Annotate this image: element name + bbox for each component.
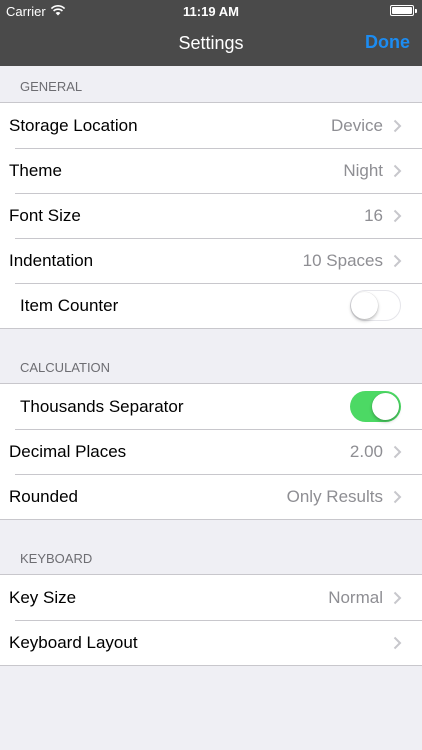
chevron-right-icon <box>393 490 402 504</box>
theme-row[interactable]: Theme Night <box>0 148 422 193</box>
chevron-right-icon <box>393 591 402 605</box>
font-size-value: 16 <box>364 205 383 225</box>
decimal-places-value: 2.00 <box>349 441 383 461</box>
font-size-label: Font Size <box>9 205 81 225</box>
calculation-group: Thousands Separator Decimal Places 2.00 … <box>0 383 422 520</box>
rounded-label: Rounded <box>9 486 79 506</box>
status-bar: Carrier 11:19 AM <box>0 0 422 22</box>
item-counter-row: Item Counter <box>0 283 422 328</box>
keyboard-layout-label: Keyboard Layout <box>9 632 138 652</box>
key-size-label: Key Size <box>9 587 77 607</box>
key-size-row[interactable]: Key Size Normal <box>0 575 422 620</box>
general-group: Storage Location Device Theme Night Font… <box>0 102 422 329</box>
battery-icon <box>390 5 417 16</box>
theme-label: Theme <box>9 160 62 180</box>
chevron-right-icon <box>393 636 402 650</box>
toggle-knob <box>351 292 378 319</box>
font-size-row[interactable]: Font Size 16 <box>0 193 422 238</box>
keyboard-layout-row[interactable]: Keyboard Layout <box>0 620 422 665</box>
chevron-right-icon <box>393 445 402 459</box>
section-header-calculation: CALCULATION <box>20 360 111 375</box>
decimal-places-label: Decimal Places <box>9 441 127 461</box>
decimal-places-row[interactable]: Decimal Places 2.00 <box>0 429 422 474</box>
battery-level <box>392 7 412 14</box>
thousands-separator-toggle[interactable] <box>350 391 401 422</box>
toggle-knob <box>372 393 399 420</box>
chevron-right-icon <box>393 209 402 223</box>
keyboard-group: Key Size Normal Keyboard Layout <box>0 574 422 666</box>
storage-location-row[interactable]: Storage Location Device <box>0 103 422 148</box>
indentation-value: 10 Spaces <box>302 250 383 270</box>
thousands-separator-row: Thousands Separator <box>0 384 422 429</box>
chevron-right-icon <box>393 254 402 268</box>
key-size-value: Normal <box>328 587 383 607</box>
chevron-right-icon <box>393 119 402 133</box>
item-counter-label: Item Counter <box>20 295 119 315</box>
page-title: Settings <box>178 33 244 53</box>
storage-location-label: Storage Location <box>9 115 138 135</box>
storage-location-value: Device <box>331 115 383 135</box>
indentation-label: Indentation <box>9 250 94 270</box>
navigation-bar: Carrier 11:19 AM Settings Done <box>0 0 422 66</box>
done-button[interactable]: Done <box>365 32 410 53</box>
chevron-right-icon <box>393 164 402 178</box>
theme-value: Night <box>343 160 383 180</box>
item-counter-toggle[interactable] <box>350 290 401 321</box>
rounded-value: Only Results <box>286 486 383 506</box>
thousands-separator-label: Thousands Separator <box>20 396 184 416</box>
rounded-row[interactable]: Rounded Only Results <box>0 474 422 519</box>
section-header-keyboard: KEYBOARD <box>20 551 93 566</box>
section-header-general: GENERAL <box>20 79 83 94</box>
settings-list: GENERAL Storage Location Device Theme Ni… <box>0 66 422 666</box>
clock: 11:19 AM <box>183 4 239 19</box>
indentation-row[interactable]: Indentation 10 Spaces <box>0 238 422 283</box>
